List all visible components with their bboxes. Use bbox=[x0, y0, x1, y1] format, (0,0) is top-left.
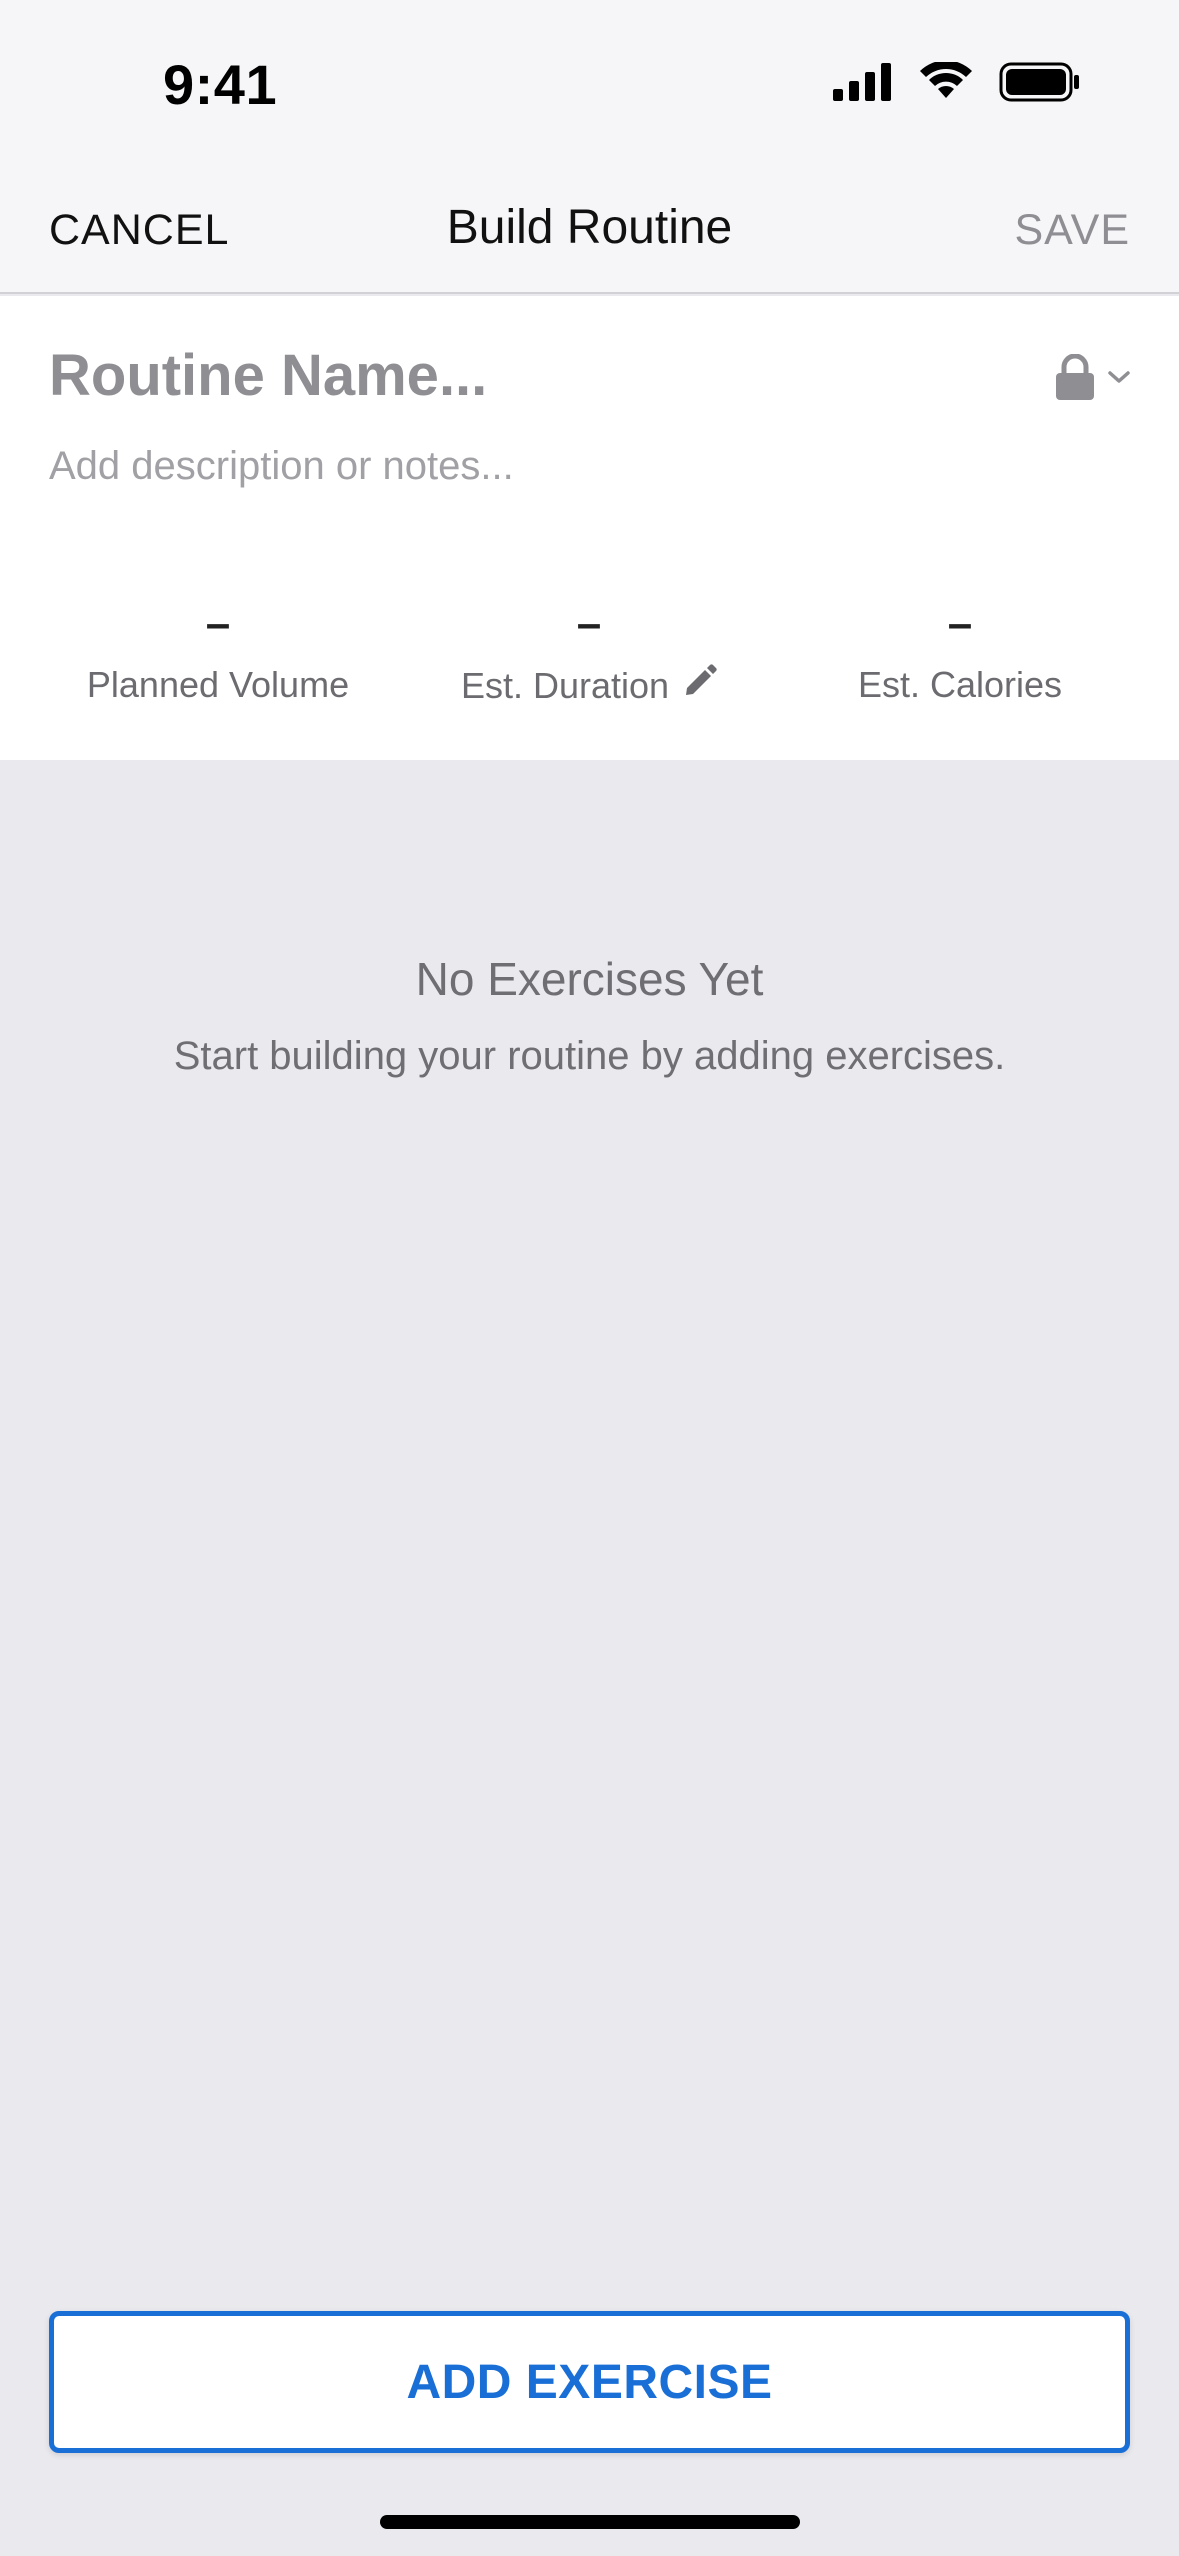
battery-icon bbox=[999, 62, 1081, 102]
stat-est-calories: – Est. Calories bbox=[774, 596, 1146, 706]
empty-state-title: No Exercises Yet bbox=[415, 953, 764, 1005]
add-exercise-label: ADD EXERCISE bbox=[406, 2355, 773, 2409]
stat-label: Est. Calories bbox=[857, 664, 1063, 705]
stat-label: Est. Duration bbox=[460, 664, 670, 706]
page-title: Build Routine bbox=[446, 201, 733, 254]
stat-label: Planned Volume bbox=[86, 664, 350, 705]
stat-planned-volume: – Planned Volume bbox=[32, 596, 404, 706]
lock-icon bbox=[1055, 353, 1095, 405]
routine-header-panel: Routine Name... Add description or notes… bbox=[0, 296, 1179, 760]
navigation-bar: CANCEL Build Routine SAVE bbox=[0, 176, 1179, 294]
add-exercise-button[interactable]: ADD EXERCISE bbox=[49, 2311, 1130, 2453]
status-bar: 9:41 bbox=[0, 0, 1179, 176]
status-icons bbox=[833, 62, 1081, 102]
wifi-icon bbox=[919, 62, 973, 102]
stat-value: – bbox=[947, 599, 973, 648]
cellular-signal-icon bbox=[833, 63, 893, 101]
description-input[interactable]: Add description or notes... bbox=[49, 444, 514, 489]
home-indicator[interactable] bbox=[380, 2515, 800, 2529]
routine-stats: – Planned Volume – Est. Duration – Est. … bbox=[0, 596, 1179, 716]
empty-state-subtitle: Start building your routine by adding ex… bbox=[173, 1034, 1006, 1078]
stat-value: – bbox=[576, 599, 602, 648]
build-routine-screen: 9:41 CANCEL Build Routine SAVE Routine N… bbox=[0, 0, 1179, 2556]
status-time: 9:41 bbox=[163, 53, 278, 116]
save-button[interactable]: SAVE bbox=[1014, 206, 1130, 255]
stat-value: – bbox=[205, 599, 231, 648]
chevron-down-icon bbox=[1107, 369, 1131, 390]
stat-est-duration[interactable]: – Est. Duration bbox=[403, 596, 775, 707]
pencil-icon[interactable] bbox=[683, 664, 717, 707]
routine-name-input[interactable]: Routine Name... bbox=[49, 342, 487, 409]
visibility-dropdown[interactable] bbox=[1055, 353, 1131, 405]
